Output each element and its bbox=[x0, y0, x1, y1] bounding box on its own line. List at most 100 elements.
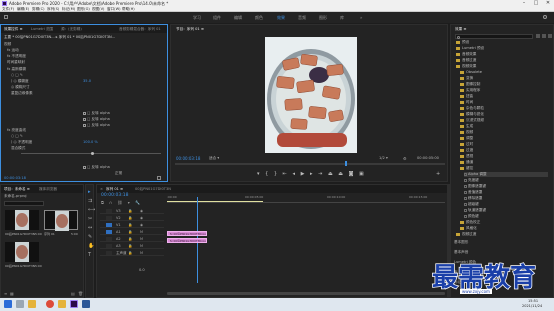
project-item-thumb-1[interactable] bbox=[5, 210, 39, 230]
effects-folder[interactable]: 调整 bbox=[460, 136, 473, 141]
mask-tools-1[interactable]: ○ □ ✎ bbox=[11, 73, 23, 78]
effects-folder[interactable]: 视频 bbox=[460, 130, 473, 135]
effects-item[interactable]: 图像遮罩键 bbox=[464, 184, 486, 189]
yuv-effects-icon[interactable] bbox=[548, 34, 552, 38]
track-target-toggle[interactable] bbox=[106, 208, 112, 213]
effects-search-input[interactable] bbox=[455, 34, 533, 39]
lock-icon[interactable]: 🔒 bbox=[128, 237, 132, 241]
effects-item[interactable]: 颜色键 bbox=[464, 214, 479, 219]
lock-icon[interactable]: 🔒 bbox=[128, 216, 132, 220]
workspace-editing[interactable]: 编辑 bbox=[234, 15, 242, 21]
blend-mode-value[interactable]: 正常 bbox=[115, 171, 122, 176]
master-value[interactable]: 0.0 bbox=[139, 268, 145, 273]
add-button-icon[interactable]: + bbox=[436, 171, 440, 177]
program-playhead[interactable] bbox=[345, 161, 347, 166]
track-target-toggle[interactable] bbox=[106, 215, 112, 220]
effect-opacity[interactable]: fx 不透明度 bbox=[7, 54, 26, 59]
tab-program-monitor[interactable]: 节目：序列 01 ≡ bbox=[176, 27, 204, 32]
ec-time-readout[interactable]: 00:00:03:18 bbox=[4, 176, 26, 181]
mute-icon[interactable]: M bbox=[140, 251, 143, 255]
blur-slider[interactable] bbox=[21, 152, 161, 155]
effects-folder[interactable]: 视频效果 bbox=[456, 64, 476, 69]
effects-item[interactable]: 移除遮罩 bbox=[464, 196, 482, 201]
chrome-icon[interactable] bbox=[46, 300, 54, 308]
add-marker-icon[interactable]: ▾ bbox=[128, 200, 130, 205]
effects-folder[interactable]: 杂色与颗粒 bbox=[460, 106, 484, 111]
lift-icon[interactable]: ⏏ bbox=[328, 171, 333, 177]
lock-icon[interactable]: 🔒 bbox=[128, 230, 132, 234]
timeline-settings-icon[interactable]: 🔧 bbox=[135, 200, 140, 205]
effects-item[interactable]: Alpha 调整 bbox=[464, 172, 548, 177]
effects-item[interactable]: 超级键 bbox=[464, 202, 479, 207]
lock-icon[interactable]: 🔒 bbox=[128, 223, 132, 227]
workspace-libraries[interactable]: 库 bbox=[340, 15, 344, 21]
minimize-button[interactable]: – bbox=[518, 0, 530, 7]
ripple-edit-tool-icon[interactable]: ⟷ bbox=[88, 207, 95, 213]
work-area-bar[interactable] bbox=[167, 201, 263, 202]
effects-item[interactable]: 轨道遮罩键 bbox=[464, 208, 486, 213]
project-item-thumb-2[interactable] bbox=[44, 210, 78, 231]
effects-folder[interactable]: 沉浸式视频 bbox=[460, 118, 484, 123]
effects-folder[interactable]: 模糊与锐化 bbox=[460, 112, 484, 117]
workspace-assembly[interactable]: 组件 bbox=[213, 15, 221, 21]
mark-in-icon[interactable]: { bbox=[265, 171, 268, 177]
track-target-toggle[interactable] bbox=[106, 250, 112, 255]
track-header[interactable]: 主声道 🔒 M bbox=[100, 250, 164, 256]
effects-folder[interactable]: 音频过渡 bbox=[456, 58, 476, 63]
track-header[interactable]: A1 🔒 M bbox=[100, 229, 164, 235]
timeline-clip-v2[interactable]: fx 00后PN01G7DI0T3N.jpg bbox=[167, 231, 207, 236]
step-back-icon[interactable]: ◂ bbox=[292, 171, 295, 177]
linked-selection-icon[interactable]: ⛓ bbox=[117, 200, 122, 205]
program-timecode[interactable]: 00:00:03:18 bbox=[176, 156, 200, 161]
razor-tool-icon[interactable]: ✂ bbox=[88, 216, 92, 222]
track-select-tool-icon[interactable]: ⇉ bbox=[88, 198, 92, 204]
effects-folder[interactable]: 过时 bbox=[460, 142, 473, 147]
settings-icon[interactable]: ⚙ bbox=[403, 156, 407, 161]
workspace-color[interactable]: 颜色 bbox=[255, 15, 263, 21]
compare-icon[interactable]: ▣ bbox=[359, 171, 364, 177]
workspace-audio[interactable]: 音频 bbox=[298, 15, 306, 21]
eye-icon[interactable]: ◉ bbox=[140, 216, 143, 220]
tab-effects[interactable]: 效果 ≡ bbox=[455, 27, 466, 32]
track-header[interactable]: A3 🔒 M bbox=[100, 243, 164, 249]
step-forward-icon[interactable]: ▸ bbox=[310, 171, 313, 177]
filter-icon[interactable] bbox=[157, 176, 161, 180]
premiere-taskbar-icon[interactable] bbox=[70, 300, 78, 308]
task-view-icon[interactable] bbox=[16, 300, 24, 308]
extract-icon[interactable]: ⏏ bbox=[338, 171, 343, 177]
timeline-scroll-handle[interactable] bbox=[167, 292, 445, 295]
lock-icon[interactable]: 🔒 bbox=[128, 244, 132, 248]
close-button[interactable]: ✕ bbox=[542, 0, 554, 7]
track-header[interactable]: V3 🔒 ◉ bbox=[100, 208, 164, 214]
track-target-toggle[interactable] bbox=[106, 236, 112, 241]
effect-gaussian-blur[interactable]: fx 高斯模糊 bbox=[7, 67, 26, 72]
effects-folder[interactable]: 实用程序 bbox=[460, 88, 480, 93]
trash-icon[interactable]: 🗑 bbox=[78, 291, 83, 296]
marker-icon[interactable]: ▾ bbox=[257, 171, 260, 177]
tab-clip-sequence[interactable]: 00后PN01G7DI0T3N bbox=[135, 187, 171, 192]
workspace-graphics[interactable]: 图形 bbox=[319, 15, 327, 21]
file-explorer-icon[interactable] bbox=[28, 300, 36, 308]
track-header[interactable]: V1 🔒 ◉ bbox=[100, 222, 164, 228]
opacity-value[interactable]: 100.0 % bbox=[83, 140, 98, 145]
timeline-scrollbar[interactable] bbox=[167, 292, 445, 295]
workspace-learn[interactable]: 学习 bbox=[193, 15, 201, 21]
effects-folder[interactable]: 键控 bbox=[460, 166, 473, 171]
nest-icon[interactable]: ⧉ bbox=[101, 200, 104, 205]
effects-folder[interactable]: 透视 bbox=[460, 154, 473, 159]
eye-icon[interactable]: ◉ bbox=[140, 223, 143, 227]
maximize-button[interactable]: □ bbox=[530, 0, 542, 7]
lock-icon[interactable]: 🔒 bbox=[128, 209, 132, 213]
word-icon[interactable] bbox=[82, 300, 90, 308]
eye-icon[interactable]: ◉ bbox=[140, 209, 143, 213]
effect-time-remapping[interactable]: 时间重映射 bbox=[7, 60, 25, 65]
slip-tool-icon[interactable]: ↔ bbox=[88, 225, 92, 231]
effects-item[interactable]: 差值遮罩 bbox=[464, 190, 482, 195]
search-icon[interactable] bbox=[543, 15, 547, 19]
mute-icon[interactable]: M bbox=[140, 244, 143, 248]
program-scrub-bar[interactable] bbox=[175, 161, 445, 166]
effects-folder[interactable]: 图像控制 bbox=[460, 82, 480, 87]
type-tool-icon[interactable]: T bbox=[88, 252, 91, 258]
icon-view-icon[interactable]: ▦ bbox=[10, 291, 14, 296]
accelerated-effects-icon[interactable] bbox=[536, 34, 540, 38]
